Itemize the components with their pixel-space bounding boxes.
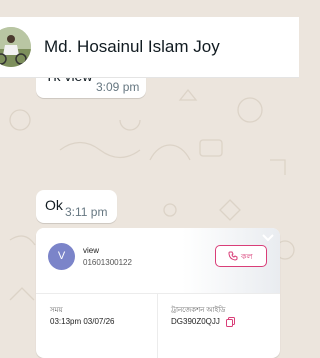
message-time: 3:09 pm	[96, 80, 140, 94]
recipient-phone: 01601300122	[83, 258, 132, 267]
transaction-id-label: ট্রানজেকশন আইডি	[171, 307, 226, 314]
avatar-photo-icon	[0, 27, 31, 67]
message-text: Ok	[45, 197, 63, 213]
transaction-card[interactable]: V view 01601300122 কল সময় 03:13pm 03/07…	[36, 228, 280, 358]
phone-icon	[228, 251, 238, 261]
call-label: কল	[241, 252, 253, 261]
recipient-name: view	[83, 246, 100, 255]
copy-icon[interactable]	[226, 317, 235, 327]
chevron-down-icon[interactable]	[262, 234, 274, 242]
divider	[157, 293, 158, 358]
time-value: 03:13pm 03/07/26	[50, 317, 115, 326]
call-button[interactable]: কল	[215, 245, 267, 267]
message-time: 3:11 pm	[65, 205, 108, 219]
message-bubble[interactable]: Ok 3:11 pm	[36, 190, 117, 223]
chat-header: Md. Hosainul Islam Joy	[0, 17, 299, 78]
contact-avatar[interactable]	[0, 27, 31, 67]
time-label: সময়	[50, 307, 63, 314]
recipient-avatar: V	[48, 243, 75, 270]
divider	[36, 293, 280, 294]
contact-name[interactable]: Md. Hosainul Islam Joy	[44, 37, 220, 57]
transaction-id-value: DG390Z0QJJ	[171, 317, 220, 326]
